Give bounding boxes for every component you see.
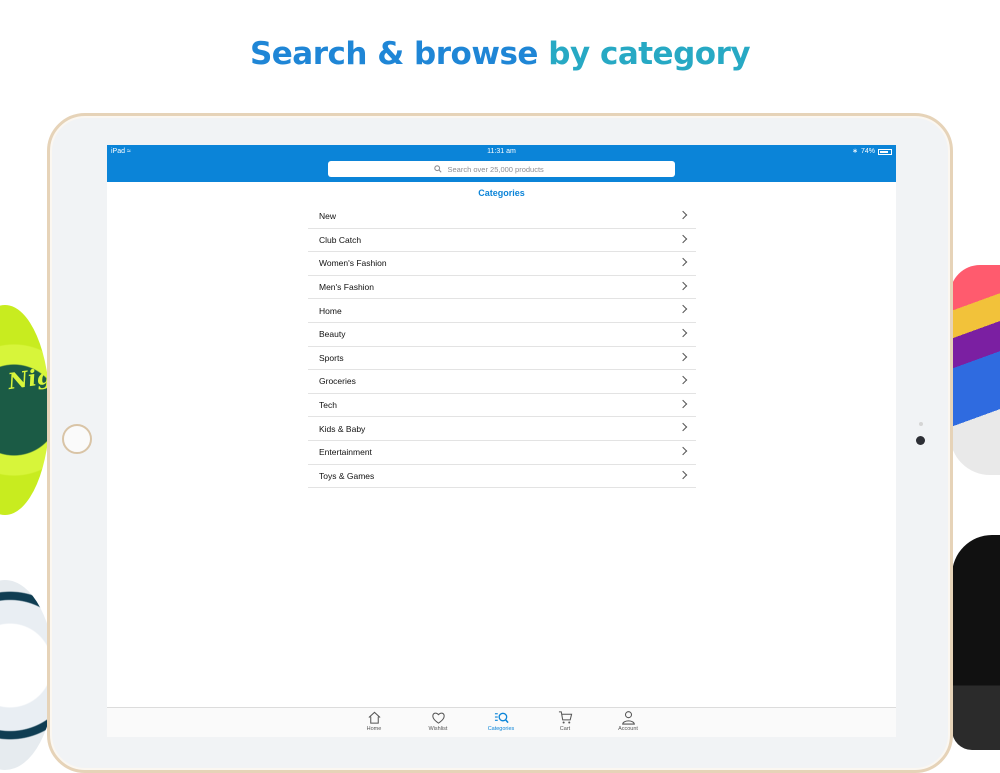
category-label: Kids & Baby [319, 423, 366, 434]
bluetooth-icon: ∗ [852, 148, 858, 155]
battery-icon [878, 149, 892, 155]
category-label: Toys & Games [319, 470, 375, 481]
category-item-mens-fashion[interactable]: Men's Fashion [308, 276, 696, 300]
heart-icon [431, 712, 445, 724]
tab-account[interactable]: Account [603, 710, 653, 732]
headline: Search & browse by category [0, 36, 1000, 72]
category-label: Home [319, 305, 342, 316]
category-label: Groceries [319, 376, 356, 387]
search-bar[interactable] [328, 161, 675, 177]
status-right: ∗ 74% [852, 147, 892, 157]
cart-icon [558, 711, 572, 724]
category-item-kids-baby[interactable]: Kids & Baby [308, 417, 696, 441]
chevron-right-icon [678, 470, 688, 479]
chevron-right-icon [678, 234, 688, 243]
categories-search-icon [494, 712, 509, 724]
tab-label: Home [366, 726, 382, 732]
frisbee-text: Nigh [6, 360, 50, 396]
tab-label: Cart [559, 726, 571, 732]
search-icon [433, 165, 442, 173]
top-bar: iPad ≈ 11:31 am ∗ 74% [107, 145, 896, 182]
category-label: Tech [319, 400, 337, 411]
camera [916, 436, 925, 445]
category-label: Beauty [319, 329, 346, 340]
category-item-toys-games[interactable]: Toys & Games [308, 465, 696, 489]
tab-home[interactable]: Home [349, 710, 399, 732]
chevron-right-icon [678, 399, 688, 408]
category-item-tech[interactable]: Tech [308, 394, 696, 418]
category-label: New [319, 211, 337, 222]
home-hardware-button [62, 424, 92, 454]
chevron-right-icon [678, 375, 688, 385]
category-item-home[interactable]: Home [308, 299, 696, 323]
category-item-womens-fashion[interactable]: Women's Fashion [308, 252, 696, 276]
page-title: Categories [478, 188, 525, 198]
home-icon [368, 711, 380, 724]
tab-categories[interactable]: Categories [476, 710, 526, 732]
category-item-new[interactable]: New [308, 205, 696, 229]
chevron-right-icon [678, 210, 688, 220]
category-label: Entertainment [319, 447, 372, 458]
category-item-club-catch[interactable]: Club Catch [308, 229, 696, 253]
chevron-right-icon [678, 305, 688, 314]
chevron-right-icon [678, 446, 688, 456]
headline-part-1: Search & browse [249, 36, 549, 72]
category-label: Sports [319, 352, 344, 363]
category-label: Club Catch [319, 234, 362, 245]
category-item-sports[interactable]: Sports [308, 347, 696, 371]
sensor [919, 422, 923, 426]
tab-wishlist[interactable]: Wishlist [413, 710, 463, 732]
app-screen: iPad ≈ 11:31 am ∗ 74% Categories New Clu… [107, 145, 896, 737]
chevron-right-icon [678, 423, 688, 432]
category-list: New Club Catch Women's Fashion Men's Fas… [308, 205, 696, 489]
tab-label: Wishlist [428, 726, 448, 732]
search-input[interactable] [445, 163, 570, 175]
chevron-right-icon [678, 257, 688, 267]
sneaker-image [950, 265, 1000, 475]
account-icon [621, 711, 635, 725]
category-item-entertainment[interactable]: Entertainment [308, 441, 696, 465]
category-item-groceries[interactable]: Groceries [308, 370, 696, 394]
headline-part-2: by category [548, 36, 751, 72]
tab-cart[interactable]: Cart [540, 710, 590, 732]
status-time: 11:31 am [487, 148, 516, 155]
category-label: Women's Fashion [319, 258, 387, 269]
tab-label: Account [618, 726, 638, 732]
chevron-right-icon [678, 281, 688, 291]
category-label: Men's Fashion [319, 282, 375, 293]
category-item-beauty[interactable]: Beauty [308, 323, 696, 347]
chevron-right-icon [678, 352, 688, 361]
battery-percent: 74% [860, 148, 875, 155]
tab-bar: Home Wishlist Categories Cart Account [107, 707, 896, 737]
boot-image [952, 535, 1000, 750]
chevron-right-icon [678, 328, 688, 338]
tab-label: Categories [487, 726, 515, 732]
frisbee-image: Nigh [0, 305, 50, 515]
